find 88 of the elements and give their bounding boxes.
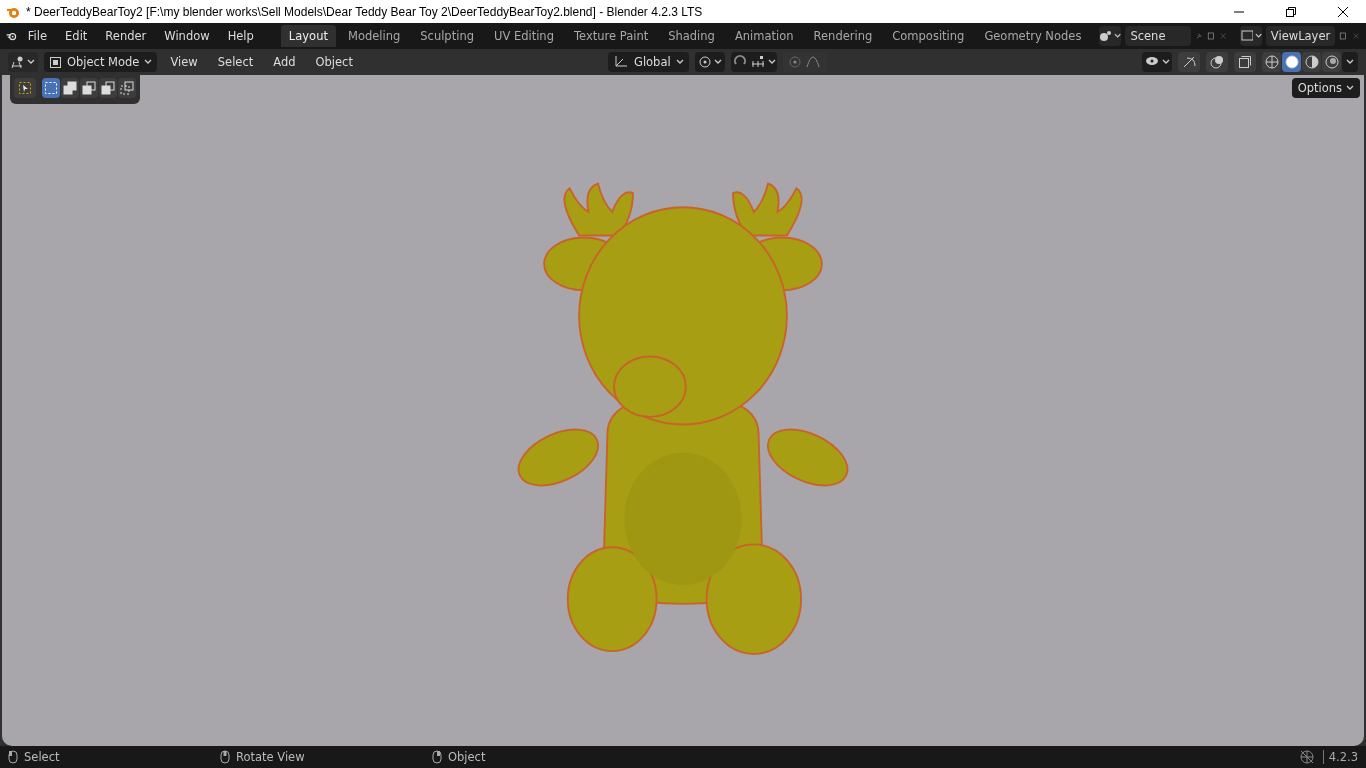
- menu-item[interactable]: File: [20, 26, 55, 46]
- falloff-curve-icon: [806, 56, 821, 68]
- caret-icon: [1346, 85, 1354, 91]
- sphere-icon: [1284, 55, 1299, 69]
- shading-mode-button[interactable]: [1322, 52, 1341, 72]
- version-label: 4.2.3: [1322, 750, 1358, 764]
- workspace-tab[interactable]: Rendering: [805, 25, 881, 47]
- view-layer-selector-button[interactable]: [1239, 26, 1262, 46]
- workspace-tab[interactable]: Texture Paint: [565, 25, 657, 47]
- object-mode-icon: [49, 55, 62, 69]
- pivot-dropdown[interactable]: [694, 52, 725, 72]
- editor-type-button[interactable]: [8, 52, 38, 72]
- sphere-icon: [1304, 55, 1319, 69]
- workspace-tab[interactable]: UV Editing: [485, 25, 562, 47]
- mouse-icon: [8, 750, 18, 764]
- workspace-tab[interactable]: Geometry Nodes: [976, 25, 1090, 47]
- proportional-edit-icon: [789, 56, 802, 68]
- scene-selector-button[interactable]: [1099, 26, 1122, 46]
- menu-item[interactable]: Select: [210, 52, 261, 72]
- workspace-tab[interactable]: Modeling: [339, 25, 409, 47]
- selection-mode-icon: [63, 81, 77, 95]
- selection-mode-icon: [101, 81, 115, 95]
- network-off-icon: [1298, 749, 1315, 765]
- view-layer-field[interactable]: ViewLayer: [1265, 26, 1336, 46]
- status-hint: Select: [24, 750, 60, 764]
- mouse-icon: [432, 750, 442, 764]
- shading-mode-button[interactable]: [1262, 52, 1281, 72]
- snap-increment-icon[interactable]: [750, 56, 765, 68]
- mouse-icon: [220, 750, 230, 764]
- scene-icon: [1099, 29, 1113, 43]
- window-title: * DeerTeddyBearToy2 [F:\my blender works\Sell Models\Dear Teddy Bear Toy 2\DeerTeddyBearToy2.blend] - Blender 4.2.3 LTS: [26, 4, 704, 19]
- shading-mode-button[interactable]: [1282, 52, 1301, 72]
- menu-item[interactable]: Add: [266, 52, 303, 72]
- status-hint: Rotate View: [236, 750, 305, 764]
- select-mode-button[interactable]: [80, 78, 98, 98]
- menu-item[interactable]: View: [163, 52, 205, 72]
- xray-toggle[interactable]: [1234, 52, 1256, 72]
- scene-field[interactable]: Scene: [1125, 26, 1191, 46]
- overlay-icon: [1210, 55, 1224, 69]
- visibility-dropdown[interactable]: [1142, 52, 1172, 72]
- caret-icon: [1346, 59, 1354, 65]
- selection-mode-icon: [120, 81, 134, 95]
- workspace-tab[interactable]: Shading: [660, 25, 723, 47]
- image-stack-icon: [1239, 29, 1253, 43]
- new-scene-icon: [1207, 29, 1216, 43]
- caret-icon: [1162, 59, 1170, 65]
- orientation-dropdown[interactable]: Global: [607, 52, 689, 72]
- caret-icon: [767, 59, 776, 65]
- workspace-tab[interactable]: Compositing: [884, 25, 973, 47]
- xray-icon: [1238, 55, 1252, 69]
- menu-item[interactable]: Edit: [58, 26, 95, 46]
- menu-item[interactable]: Window: [157, 26, 217, 46]
- caret-icon: [713, 59, 722, 65]
- caret-icon: [144, 59, 153, 65]
- gizmo-icon: [1182, 55, 1196, 69]
- menu-item[interactable]: Render: [98, 26, 154, 46]
- menu-item[interactable]: Object: [308, 52, 360, 72]
- select-mode-button[interactable]: [42, 78, 60, 98]
- viewport-icon: [11, 56, 25, 68]
- status-hint: Object: [448, 750, 486, 764]
- selection-mode-icon: [44, 81, 58, 95]
- shading-mode-button[interactable]: [1302, 52, 1321, 72]
- selection-mode-icon: [82, 81, 96, 95]
- select-mode-button[interactable]: [118, 78, 136, 98]
- close-icon: [1337, 5, 1349, 18]
- workspace-tab[interactable]: Animation: [726, 25, 802, 47]
- shading-dropdown[interactable]: [1342, 52, 1358, 72]
- mode-dropdown[interactable]: Object Mode: [44, 52, 158, 72]
- gizmo-toggle[interactable]: [1178, 52, 1200, 72]
- select-tool-button[interactable]: [14, 78, 36, 98]
- caret-icon: [1254, 33, 1262, 39]
- select-mode-button[interactable]: [99, 78, 117, 98]
- workspace-tab[interactable]: Sculpting: [412, 25, 482, 47]
- pivot-icon: [697, 55, 712, 69]
- sphere-icon: [1264, 55, 1279, 69]
- workspace-tab[interactable]: Layout: [280, 25, 336, 47]
- select-mode-button[interactable]: [61, 78, 79, 98]
- select-box-icon: [18, 81, 32, 95]
- caret-icon: [675, 59, 684, 65]
- menu-item[interactable]: Help: [220, 26, 261, 46]
- overlay-toggle[interactable]: [1206, 52, 1228, 72]
- new-layer-icon: [1339, 29, 1348, 43]
- options-button[interactable]: Options: [1291, 78, 1360, 98]
- sphere-icon: [1324, 55, 1339, 69]
- restore-icon: [1285, 5, 1297, 18]
- caret-icon: [27, 59, 35, 65]
- caret-icon: [1114, 33, 1122, 39]
- axes-icon: [612, 55, 629, 69]
